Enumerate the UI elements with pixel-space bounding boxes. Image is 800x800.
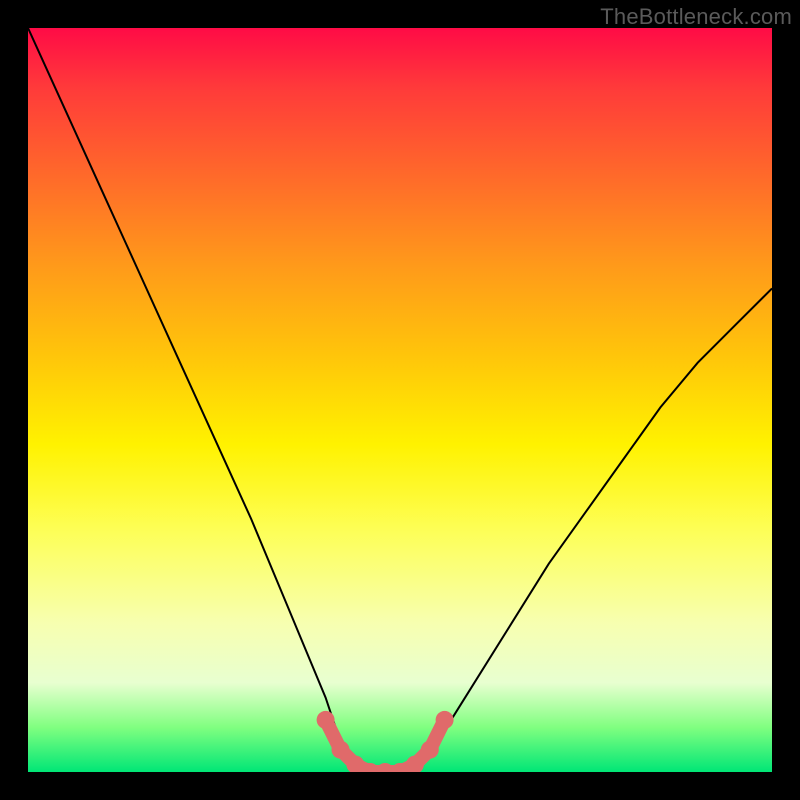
watermark-label: TheBottleneck.com [600, 4, 792, 30]
trough-marker [317, 711, 335, 729]
trough-marker [421, 741, 439, 759]
bottleneck-curve-path [28, 28, 772, 772]
bottleneck-chart [28, 28, 772, 772]
trough-marker [332, 741, 350, 759]
curve-layer [28, 28, 772, 772]
trough-marker [436, 711, 454, 729]
